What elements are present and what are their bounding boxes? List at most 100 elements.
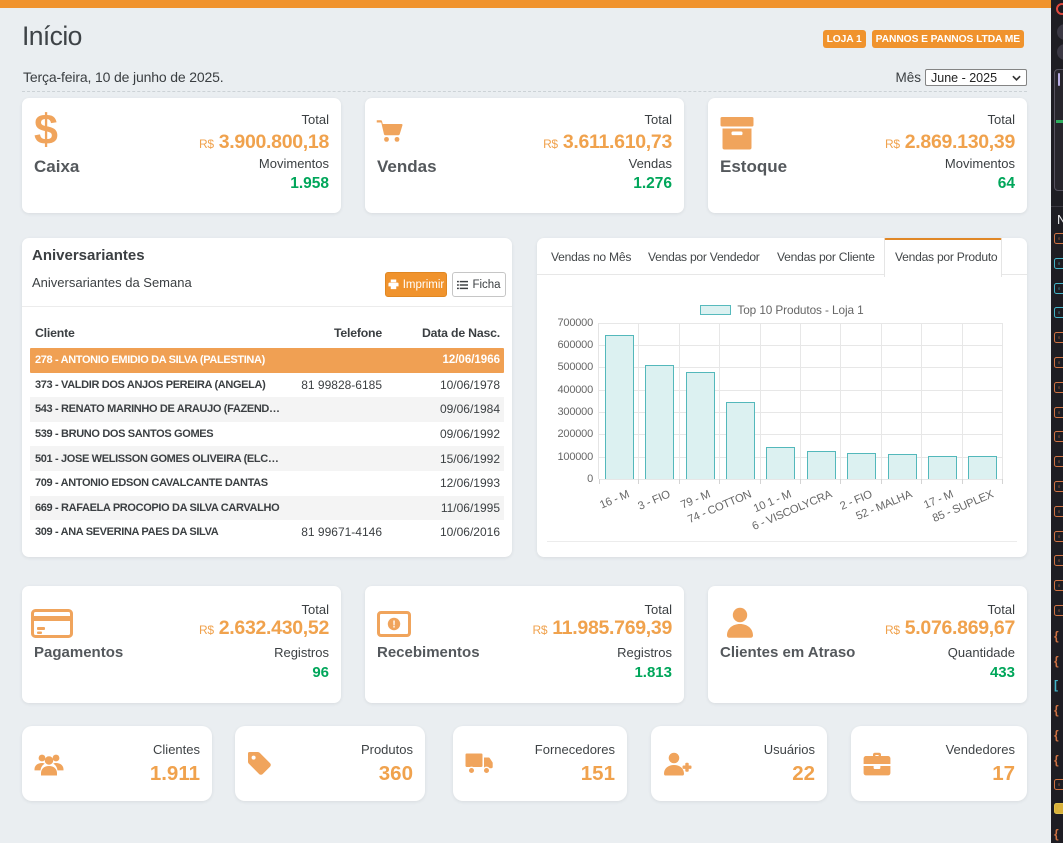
card-name: Clientes em Atraso [720, 644, 855, 661]
orange-square-icon: ◦ [1054, 481, 1063, 492]
chart-bar[interactable] [968, 456, 997, 479]
table-row[interactable]: 309 - ANA SEVERINA PAES DA SILVA81 99671… [30, 520, 504, 545]
mini-value: 1.911 [150, 762, 200, 786]
table-row[interactable]: 709 - ANTONIO EDSON CAVALCANTE DANTAS12/… [30, 471, 504, 496]
mini-label: Fornecedores [535, 742, 615, 757]
chevron-down-icon [1012, 75, 1021, 81]
chart-bar[interactable] [766, 447, 795, 479]
store-button[interactable]: LOJA 1 [823, 30, 866, 48]
client-cell: 543 - RENATO MARINHO DE ARAUJO (FAZEND… [30, 403, 288, 415]
y-axis-tick-label: 600000 [533, 339, 593, 351]
x-axis-tick [760, 479, 761, 484]
table-row[interactable]: 669 - RAFAELA PROCOPIO DA SILVA CARVALHO… [30, 496, 504, 521]
orange-square-icon: ◦ [1054, 605, 1063, 616]
card-name: Estoque [720, 157, 787, 177]
gridline [962, 323, 963, 480]
card-estoque: Estoque Total R$2.869.130,39 Movimentos … [708, 98, 1027, 213]
briefcase-icon [863, 752, 891, 776]
cart-icon [376, 118, 403, 145]
chart-bar[interactable] [686, 372, 715, 479]
company-button[interactable]: PANNOS E PANNOS LTDA ME [872, 30, 1024, 48]
x-axis-tick [962, 479, 963, 484]
birthdays-table: ClienteTelefoneData de Nasc. 278 - ANTONI… [30, 318, 504, 545]
strip-avatar-icon [1057, 44, 1063, 60]
chart-bar[interactable] [807, 451, 836, 479]
orange-square-icon: ◦ [1054, 431, 1063, 442]
orange-brace-icon: { [1054, 630, 1063, 643]
chart-bar[interactable] [847, 453, 876, 479]
y-axis-tick-label: 700000 [533, 317, 593, 329]
table-row[interactable]: 539 - BRUNO DOS SANTOS GOMES09/06/1992 [30, 422, 504, 447]
mini-card-usuarios: Usuários 22 [651, 726, 827, 801]
orange-square-icon: ◦ [1054, 233, 1063, 244]
currency-prefix: R$ [533, 623, 548, 637]
x-axis-tick [840, 479, 841, 484]
print-button[interactable]: Imprimir [385, 272, 447, 297]
gridline [719, 323, 720, 480]
tab-1[interactable]: Vendas por Vendedor [648, 238, 760, 275]
month-select[interactable]: June - 2025 [925, 69, 1027, 86]
currency-prefix: R$ [199, 623, 214, 637]
gridline [760, 323, 761, 480]
total-value: R$11.985.769,39 [533, 617, 672, 640]
table-row[interactable]: 501 - JOSE WELISSON GOMES OLIVEIRA (ELC…… [30, 446, 504, 471]
table-row[interactable]: 373 - VALDIR DOS ANJOS PEREIRA (ANGELA)8… [30, 373, 504, 398]
client-cell: 669 - RAFAELA PROCOPIO DA SILVA CARVALHO [30, 502, 288, 514]
count-value: 1.813 [634, 664, 672, 681]
user-plus-icon [663, 752, 692, 776]
birthdays-title: Aniversariantes [32, 247, 145, 264]
mini-label: Produtos [361, 742, 413, 757]
dollar-icon: $ [34, 112, 58, 148]
birthdate-cell: 12/06/1993 [384, 476, 504, 490]
header-buttons: LOJA 1 PANNOS E PANNOS LTDA ME [823, 30, 1024, 48]
count-label: Registros [617, 645, 672, 660]
cyan-bracket-icon: [ [1054, 679, 1063, 692]
tab-2[interactable]: Vendas por Cliente [777, 238, 875, 275]
amount-text: 2.632.430,52 [219, 617, 329, 639]
orange-square-icon: ◦ [1054, 506, 1063, 517]
month-label: Mês [895, 70, 921, 85]
tab-3[interactable]: Vendas por Produto [895, 238, 997, 275]
mini-label: Vendedores [946, 742, 1015, 757]
count-label: Movimentos [259, 156, 329, 171]
client-cell: 539 - BRUNO DOS SANTOS GOMES [30, 428, 288, 440]
x-axis-tick [679, 479, 680, 484]
table-row[interactable]: 278 - ANTONIO EMIDIO DA SILVA (PALESTINA… [30, 348, 504, 373]
chart-bar[interactable] [928, 456, 957, 479]
chart-bar[interactable] [645, 365, 674, 479]
client-cell: 278 - ANTONIO EMIDIO DA SILVA (PALESTINA… [30, 354, 288, 366]
list-icon [457, 280, 468, 290]
truck-icon [465, 753, 493, 775]
orange-brace-icon: { [1054, 729, 1063, 742]
page-title: Início [22, 21, 82, 52]
card-caixa: $ Caixa Total R$3.900.800,18 Movimentos … [22, 98, 341, 213]
tab-0[interactable]: Vendas no Mês [551, 238, 631, 275]
chart-bar[interactable] [726, 402, 755, 479]
birthdays-subtitle: Aniversariantes da Semana [32, 275, 192, 290]
phone-cell: 81 99671-4146 [288, 525, 384, 539]
total-value: R$3.900.800,18 [199, 131, 329, 154]
orange-square-icon: ◦ [1054, 456, 1063, 467]
card-pagamentos: Pagamentos Total R$2.632.430,52 Registro… [22, 586, 341, 703]
mini-value: 17 [992, 762, 1015, 786]
dashboard-screen: Início LOJA 1 PANNOS E PANNOS LTDA ME Te… [0, 0, 1063, 843]
column-header: Cliente [30, 326, 288, 340]
card-clientes-atraso: Clientes em Atraso Total R$5.076.869,67 … [708, 586, 1027, 703]
strip-progress [1056, 120, 1063, 123]
x-axis-tick [599, 479, 600, 484]
table-row[interactable]: 543 - RENATO MARINHO DE ARAUJO (FAZEND…0… [30, 397, 504, 422]
count-value: 64 [998, 175, 1015, 193]
print-button-label: Imprimir [403, 279, 445, 291]
credit-card-icon [31, 609, 73, 638]
chart-bar[interactable] [605, 335, 634, 479]
chart-legend[interactable]: Top 10 Produtos - Loja 1 [537, 303, 1027, 317]
birthdate-cell: 10/06/1978 [384, 378, 504, 392]
ficha-button-label: Ficha [472, 279, 500, 291]
users-icon [34, 753, 64, 776]
ficha-button[interactable]: Ficha [452, 272, 506, 297]
side-editor-strip[interactable]: N ◦◦◦◦◦◦◦◦◦◦◦◦◦◦◦◦{{[{{{◦◦{ [1051, 0, 1063, 843]
chart-bar[interactable] [888, 454, 917, 479]
table-header-row: ClienteTelefoneData de Nasc. [30, 318, 504, 348]
sales-chart: Top 10 Produtos - Loja 10100000200000300… [537, 275, 1027, 541]
strip-avatar-icon [1057, 24, 1063, 40]
